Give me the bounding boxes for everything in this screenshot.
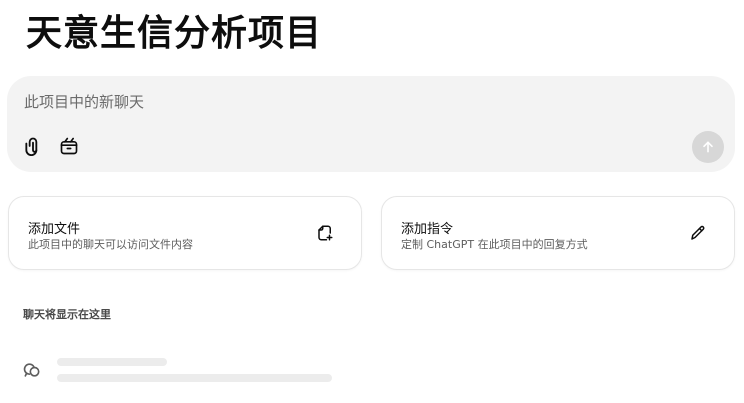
skeleton-line — [57, 358, 167, 366]
add-instructions-title: 添加指令 — [401, 222, 454, 237]
add-instructions-description: 定制 ChatGPT 在此项目中的回复方式 — [401, 238, 588, 251]
chat-placeholder-row — [18, 350, 358, 390]
attach-button[interactable] — [20, 133, 46, 159]
clipboard-scan-icon — [60, 137, 78, 155]
pencil-icon — [688, 223, 708, 243]
new-chat-input[interactable] — [24, 90, 664, 114]
add-file-description: 此项目中的聊天可以访问文件内容 — [28, 238, 193, 251]
chats-section-label: 聊天将显示在这里 — [23, 308, 111, 321]
project-page: 天意生信分析项目 添加文件 此项目中的聊天可以访问文件内容 — [0, 0, 744, 403]
paperclip-icon — [25, 137, 38, 156]
send-button[interactable] — [692, 131, 724, 163]
arrow-up-icon — [703, 141, 713, 153]
add-instructions-card[interactable]: 添加指令 定制 ChatGPT 在此项目中的回复方式 — [381, 196, 735, 270]
scan-tool-button[interactable] — [56, 133, 82, 159]
add-file-title: 添加文件 — [28, 222, 81, 237]
project-title: 天意生信分析项目 — [26, 13, 323, 54]
chat-bubbles-icon — [23, 363, 40, 377]
add-file-card[interactable]: 添加文件 此项目中的聊天可以访问文件内容 — [8, 196, 362, 270]
file-plus-icon — [315, 223, 335, 243]
skeleton-line — [57, 374, 332, 382]
chat-composer — [7, 76, 735, 172]
